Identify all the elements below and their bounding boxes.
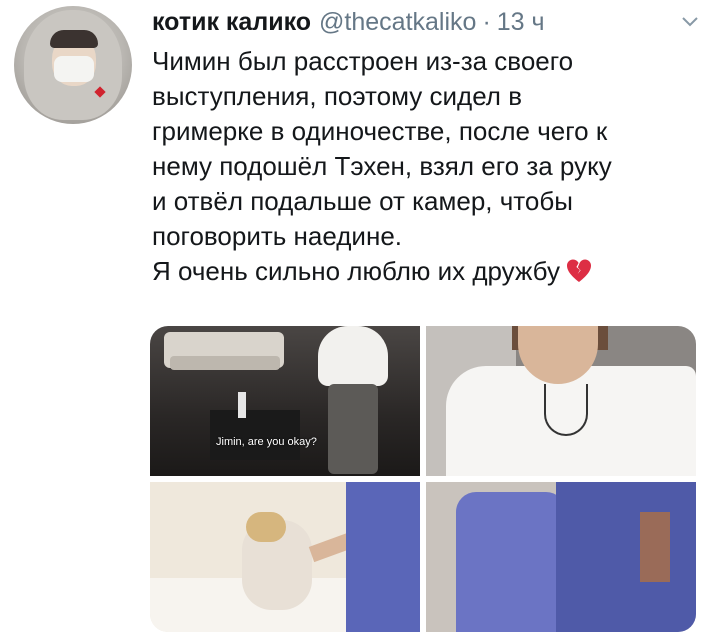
tweet-line: поговорить наедине. <box>152 221 402 251</box>
blurred-dark-blue-shirt <box>556 482 696 632</box>
media-image-1[interactable]: Jimin, are you okay? <box>150 326 420 476</box>
tweet-header: котик калико @thecatkaliko · 13 ч <box>152 2 700 42</box>
blurred-hand <box>640 512 670 582</box>
person-legs <box>328 384 378 474</box>
necklace <box>544 384 588 436</box>
tweet-line-last: Я очень сильно люблю их дружбу <box>152 254 712 293</box>
avatar[interactable] <box>14 6 132 124</box>
tweet-text: Чимин был расстроен из-за своего выступл… <box>152 44 712 293</box>
sofa-seat <box>170 356 280 370</box>
person-blue-shirt <box>346 482 420 632</box>
water-bottle <box>238 392 246 418</box>
media-image-4[interactable] <box>426 482 696 632</box>
media-grid[interactable]: Jimin, are you okay? <box>150 326 696 632</box>
tweet-line: Чимин был расстроен из-за своего <box>152 46 574 76</box>
display-name[interactable]: котик калико <box>152 8 311 37</box>
avatar-hair <box>50 30 98 48</box>
blurred-blue-shirt <box>456 492 566 632</box>
media-image-3[interactable] <box>150 482 420 632</box>
dark-table <box>210 410 300 460</box>
chevron-down-icon[interactable] <box>680 12 700 32</box>
tweet-line: выступления, поэтому сидел в <box>152 81 523 111</box>
separator-dot: · <box>482 7 491 36</box>
media-image-2[interactable] <box>426 326 696 476</box>
tweet-time[interactable]: 13 ч <box>497 8 545 37</box>
person-white-shirt <box>318 326 388 386</box>
tweet-line: и отвёл подальше от камер, чтобы <box>152 186 573 216</box>
avatar-mask <box>54 56 94 82</box>
video-subtitle: Jimin, are you okay? <box>216 436 317 448</box>
tweet-line: Я очень сильно люблю их дружбу <box>152 256 560 286</box>
blond-hair <box>246 512 286 542</box>
broken-heart-icon <box>566 258 592 293</box>
tweet-line: нему подошёл Тэхен, взял его за руку <box>152 151 612 181</box>
user-handle[interactable]: @thecatkaliko <box>319 8 476 37</box>
tweet-line: гримерке в одиночестве, после чего к <box>152 116 608 146</box>
